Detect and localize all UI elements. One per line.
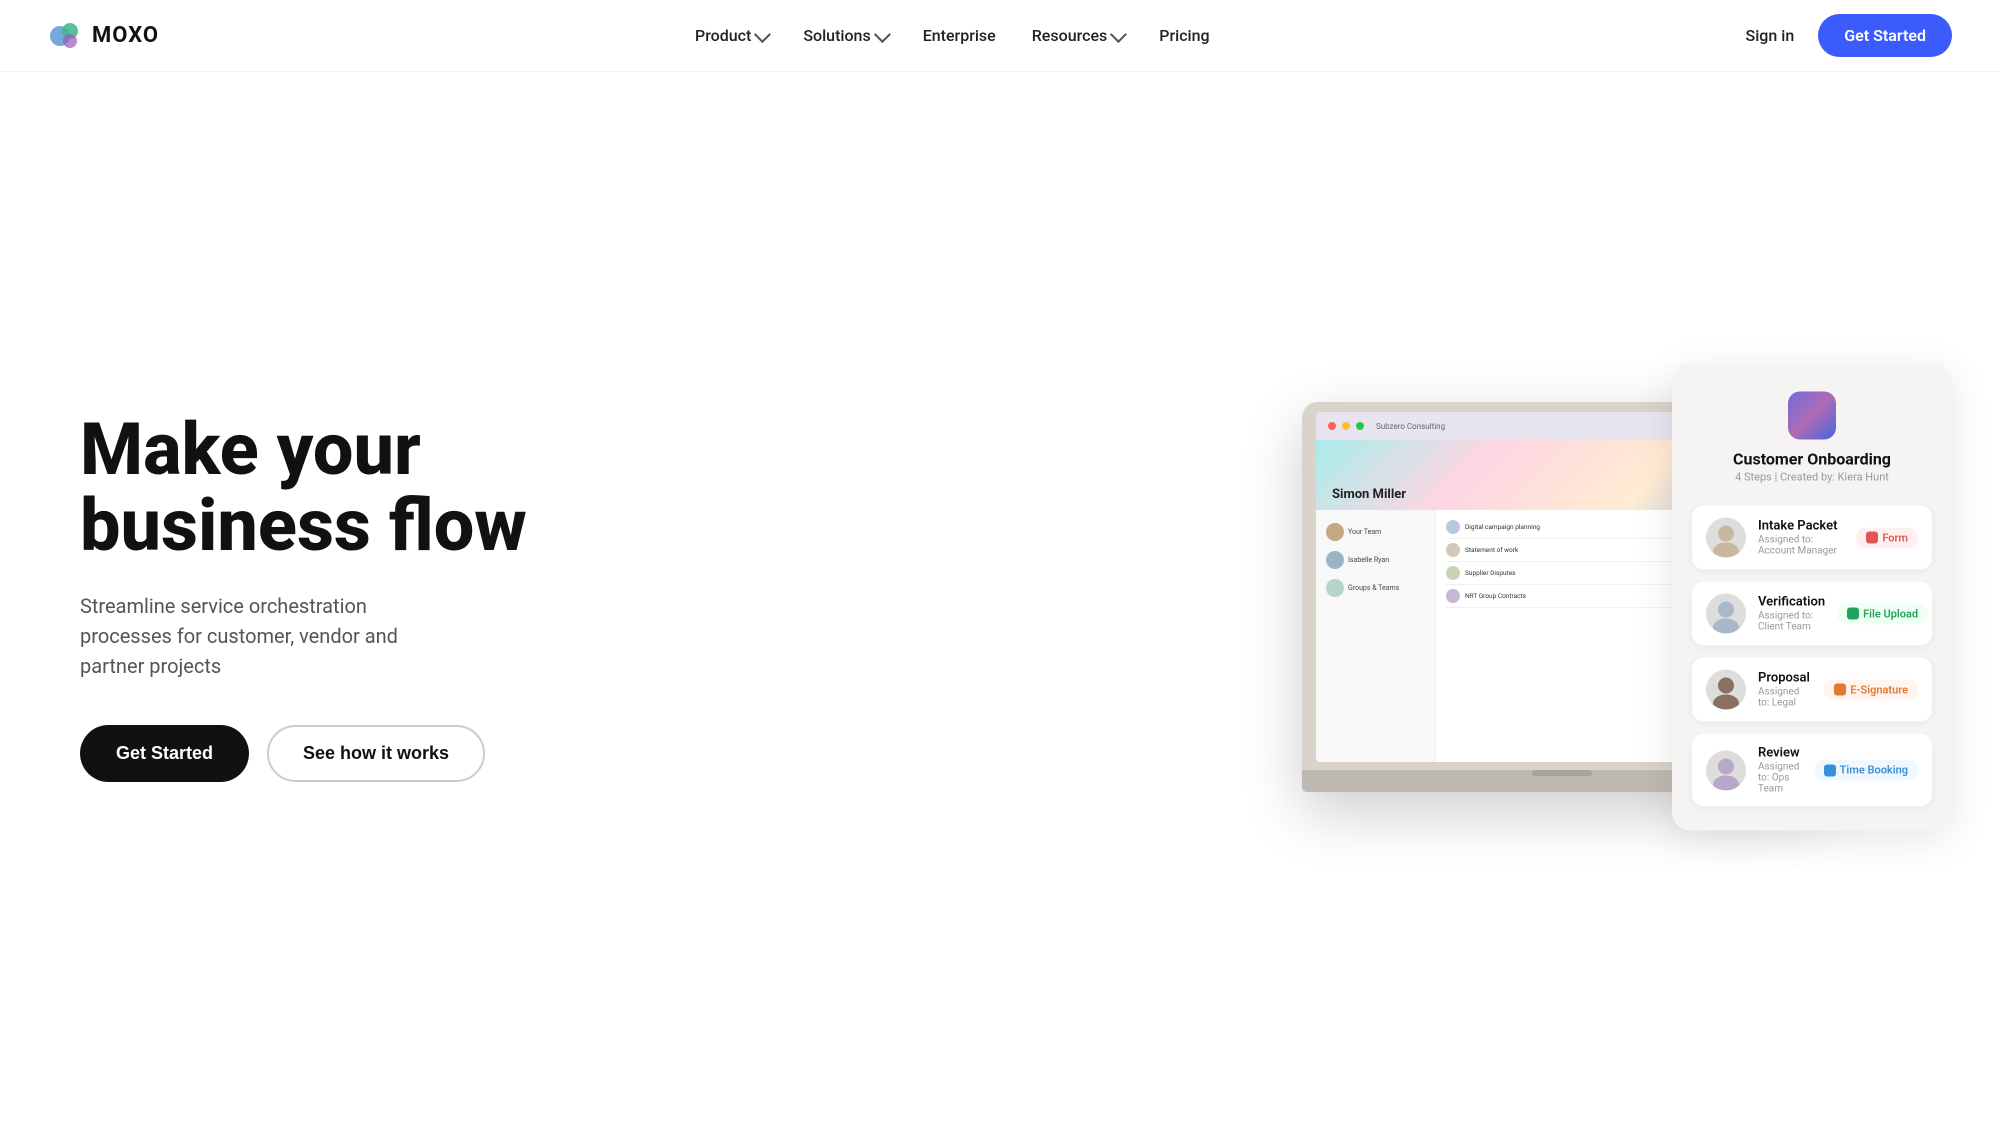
step-avatar-3 — [1706, 670, 1746, 710]
chevron-down-icon — [1110, 26, 1127, 43]
nav-pricing[interactable]: Pricing — [1159, 26, 1209, 45]
nav-enterprise[interactable]: Enterprise — [923, 26, 996, 45]
nav-actions: Sign in Get Started — [1746, 14, 1952, 57]
file-upload-icon — [1847, 608, 1859, 620]
form-icon — [1866, 532, 1878, 544]
step-avatar-2 — [1706, 594, 1746, 634]
onboarding-app-icon — [1788, 392, 1836, 440]
step-info-2: Verification Assigned to: Client Team — [1758, 595, 1825, 633]
sidebar-avatar — [1326, 579, 1344, 597]
onboarding-header: Customer Onboarding 4 Steps | Created by… — [1692, 392, 1932, 484]
nav-links: Product Solutions Enterprise Resources P… — [695, 26, 1210, 45]
step-name-3: Proposal — [1758, 671, 1812, 686]
chevron-down-icon — [754, 26, 771, 43]
step-badge-file: File Upload — [1837, 603, 1928, 624]
dot-yellow — [1342, 422, 1350, 430]
sidebar-item: Isabelle Ryan — [1316, 546, 1435, 574]
step-info-4: Review Assigned to: Ops Team — [1758, 746, 1802, 795]
step-avatar-1 — [1706, 518, 1746, 558]
dot-red — [1328, 422, 1336, 430]
navbar: MOXO Product Solutions Enterprise Resour… — [0, 0, 2000, 72]
hero-title: Make your business flow — [80, 412, 527, 563]
laptop-notch — [1532, 770, 1592, 776]
step-badge-esig: E-Signature — [1824, 679, 1918, 700]
chevron-down-icon — [874, 26, 891, 43]
dot-green — [1356, 422, 1364, 430]
hero-left: Make your business flow Streamline servi… — [80, 412, 527, 782]
nav-product[interactable]: Product — [695, 26, 767, 45]
step-info-1: Intake Packet Assigned to: Account Manag… — [1758, 519, 1844, 557]
onboarding-title: Customer Onboarding — [1733, 450, 1891, 469]
sidebar-item: Your Team — [1316, 518, 1435, 546]
screen-user-name: Simon Miller — [1332, 487, 1406, 502]
time-booking-icon — [1824, 764, 1836, 776]
screen-sidebar: Your Team Isabelle Ryan Groups & Teams — [1316, 510, 1436, 762]
step-assigned-1: Assigned to: Account Manager — [1758, 535, 1844, 557]
step-name-2: Verification — [1758, 595, 1825, 610]
step-name-4: Review — [1758, 746, 1802, 761]
step-assigned-3: Assigned to: Legal — [1758, 687, 1812, 709]
hero-see-how-button[interactable]: See how it works — [267, 725, 485, 782]
hero-subtitle: Streamline service orchestration process… — [80, 591, 460, 681]
hero-buttons: Get Started See how it works — [80, 725, 527, 782]
brand-name: MOXO — [92, 23, 159, 48]
nav-get-started-button[interactable]: Get Started — [1818, 14, 1952, 57]
logo-link[interactable]: MOXO — [48, 19, 159, 53]
sidebar-avatar — [1326, 523, 1344, 541]
onboarding-step-2: Verification Assigned to: Client Team Fi… — [1692, 582, 1932, 646]
step-name-1: Intake Packet — [1758, 519, 1844, 534]
step-badge-form: Form — [1856, 527, 1918, 548]
hero-right: Subzero Consulting Simon Miller Your Tea… — [1172, 402, 1952, 792]
onboarding-step-4: Review Assigned to: Ops Team Time Bookin… — [1692, 734, 1932, 807]
step-assigned-4: Assigned to: Ops Team — [1758, 762, 1802, 795]
step-assigned-2: Assigned to: Client Team — [1758, 611, 1825, 633]
logo-icon — [48, 19, 82, 53]
onboarding-subtitle: 4 Steps | Created by: Kiera Hunt — [1735, 471, 1889, 484]
screen-company: Subzero Consulting — [1376, 422, 1445, 431]
esignature-icon — [1834, 684, 1846, 696]
onboarding-steps: Intake Packet Assigned to: Account Manag… — [1692, 506, 1932, 807]
nav-resources[interactable]: Resources — [1032, 26, 1124, 45]
sidebar-avatar — [1326, 551, 1344, 569]
sign-in-link[interactable]: Sign in — [1746, 26, 1795, 45]
step-avatar-4 — [1706, 750, 1746, 790]
hero-section: Make your business flow Streamline servi… — [0, 72, 2000, 1122]
hero-get-started-button[interactable]: Get Started — [80, 725, 249, 782]
onboarding-step-3: Proposal Assigned to: Legal E-Signature — [1692, 658, 1932, 722]
onboarding-step-1: Intake Packet Assigned to: Account Manag… — [1692, 506, 1932, 570]
nav-solutions[interactable]: Solutions — [803, 26, 886, 45]
step-info-3: Proposal Assigned to: Legal — [1758, 671, 1812, 709]
step-badge-time: Time Booking — [1814, 760, 1918, 781]
sidebar-item: Groups & Teams — [1316, 574, 1435, 602]
onboarding-panel: Customer Onboarding 4 Steps | Created by… — [1672, 364, 1952, 831]
